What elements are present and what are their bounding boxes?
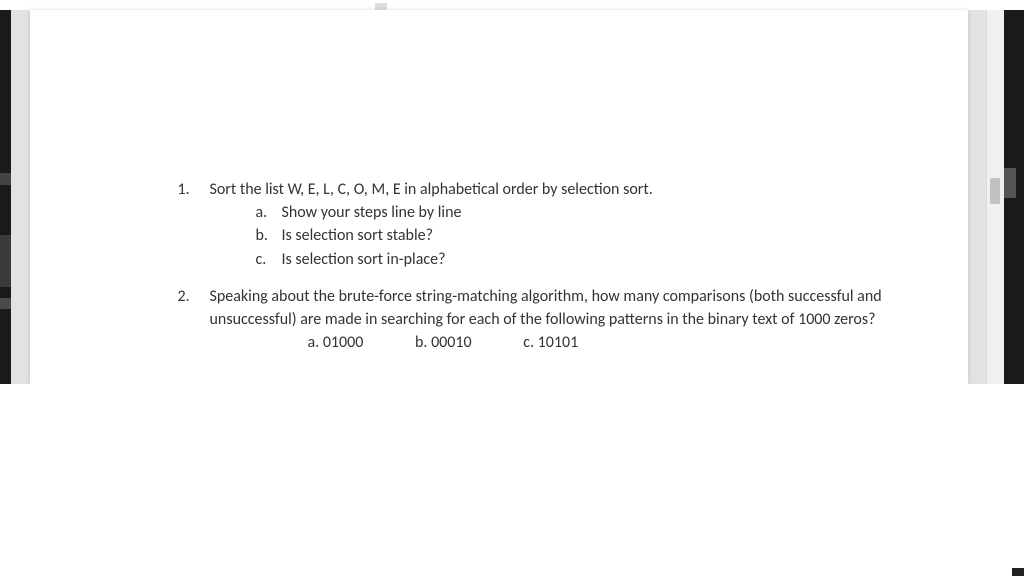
bottom-area [0, 384, 1024, 576]
question-1c: c. Is selection sort in-place? [256, 248, 908, 271]
question-2-option-c: c. 10101 [523, 331, 578, 354]
left-fragment-3 [0, 298, 11, 309]
question-2-option-a: a. 01000 [308, 331, 364, 354]
question-1b: b. Is selection sort stable? [256, 224, 908, 247]
left-fragment-2 [0, 235, 11, 287]
question-1a-marker: a. [256, 201, 282, 224]
top-bar-fragment [0, 0, 1024, 10]
question-1a: a. Show your steps line by line [256, 201, 908, 224]
question-2: 2. Speaking about the brute-force string… [178, 285, 908, 355]
question-2-marker: 2. [178, 285, 210, 355]
bottom-right-mark [1012, 568, 1024, 576]
question-2-options: a. 01000 b. 00010 c. 10101 [210, 331, 908, 354]
question-2-option-b: b. 00010 [415, 331, 472, 354]
question-1-text: Sort the list W, E, L, C, O, M, E in alp… [210, 178, 908, 201]
top-gap [375, 3, 387, 10]
question-2-text: Speaking about the brute-force string-ma… [210, 285, 908, 331]
right-fragment-1 [1004, 168, 1016, 198]
question-1: 1. Sort the list W, E, L, C, O, M, E in … [178, 178, 908, 271]
left-fragment-1 [0, 173, 11, 185]
question-1b-marker: b. [256, 224, 282, 247]
scrollbar-thumb[interactable] [990, 178, 1000, 204]
left-edge-fragment [0, 10, 11, 384]
vertical-scrollbar[interactable] [986, 10, 1004, 384]
question-1b-text: Is selection sort stable? [282, 224, 434, 247]
document-viewport: 1. Sort the list W, E, L, C, O, M, E in … [11, 10, 986, 384]
question-1c-marker: c. [256, 248, 282, 271]
question-1-marker: 1. [178, 178, 210, 271]
document-page: 1. Sort the list W, E, L, C, O, M, E in … [30, 10, 968, 384]
question-1a-text: Show your steps line by line [282, 201, 462, 224]
question-1c-text: Is selection sort in-place? [282, 248, 446, 271]
